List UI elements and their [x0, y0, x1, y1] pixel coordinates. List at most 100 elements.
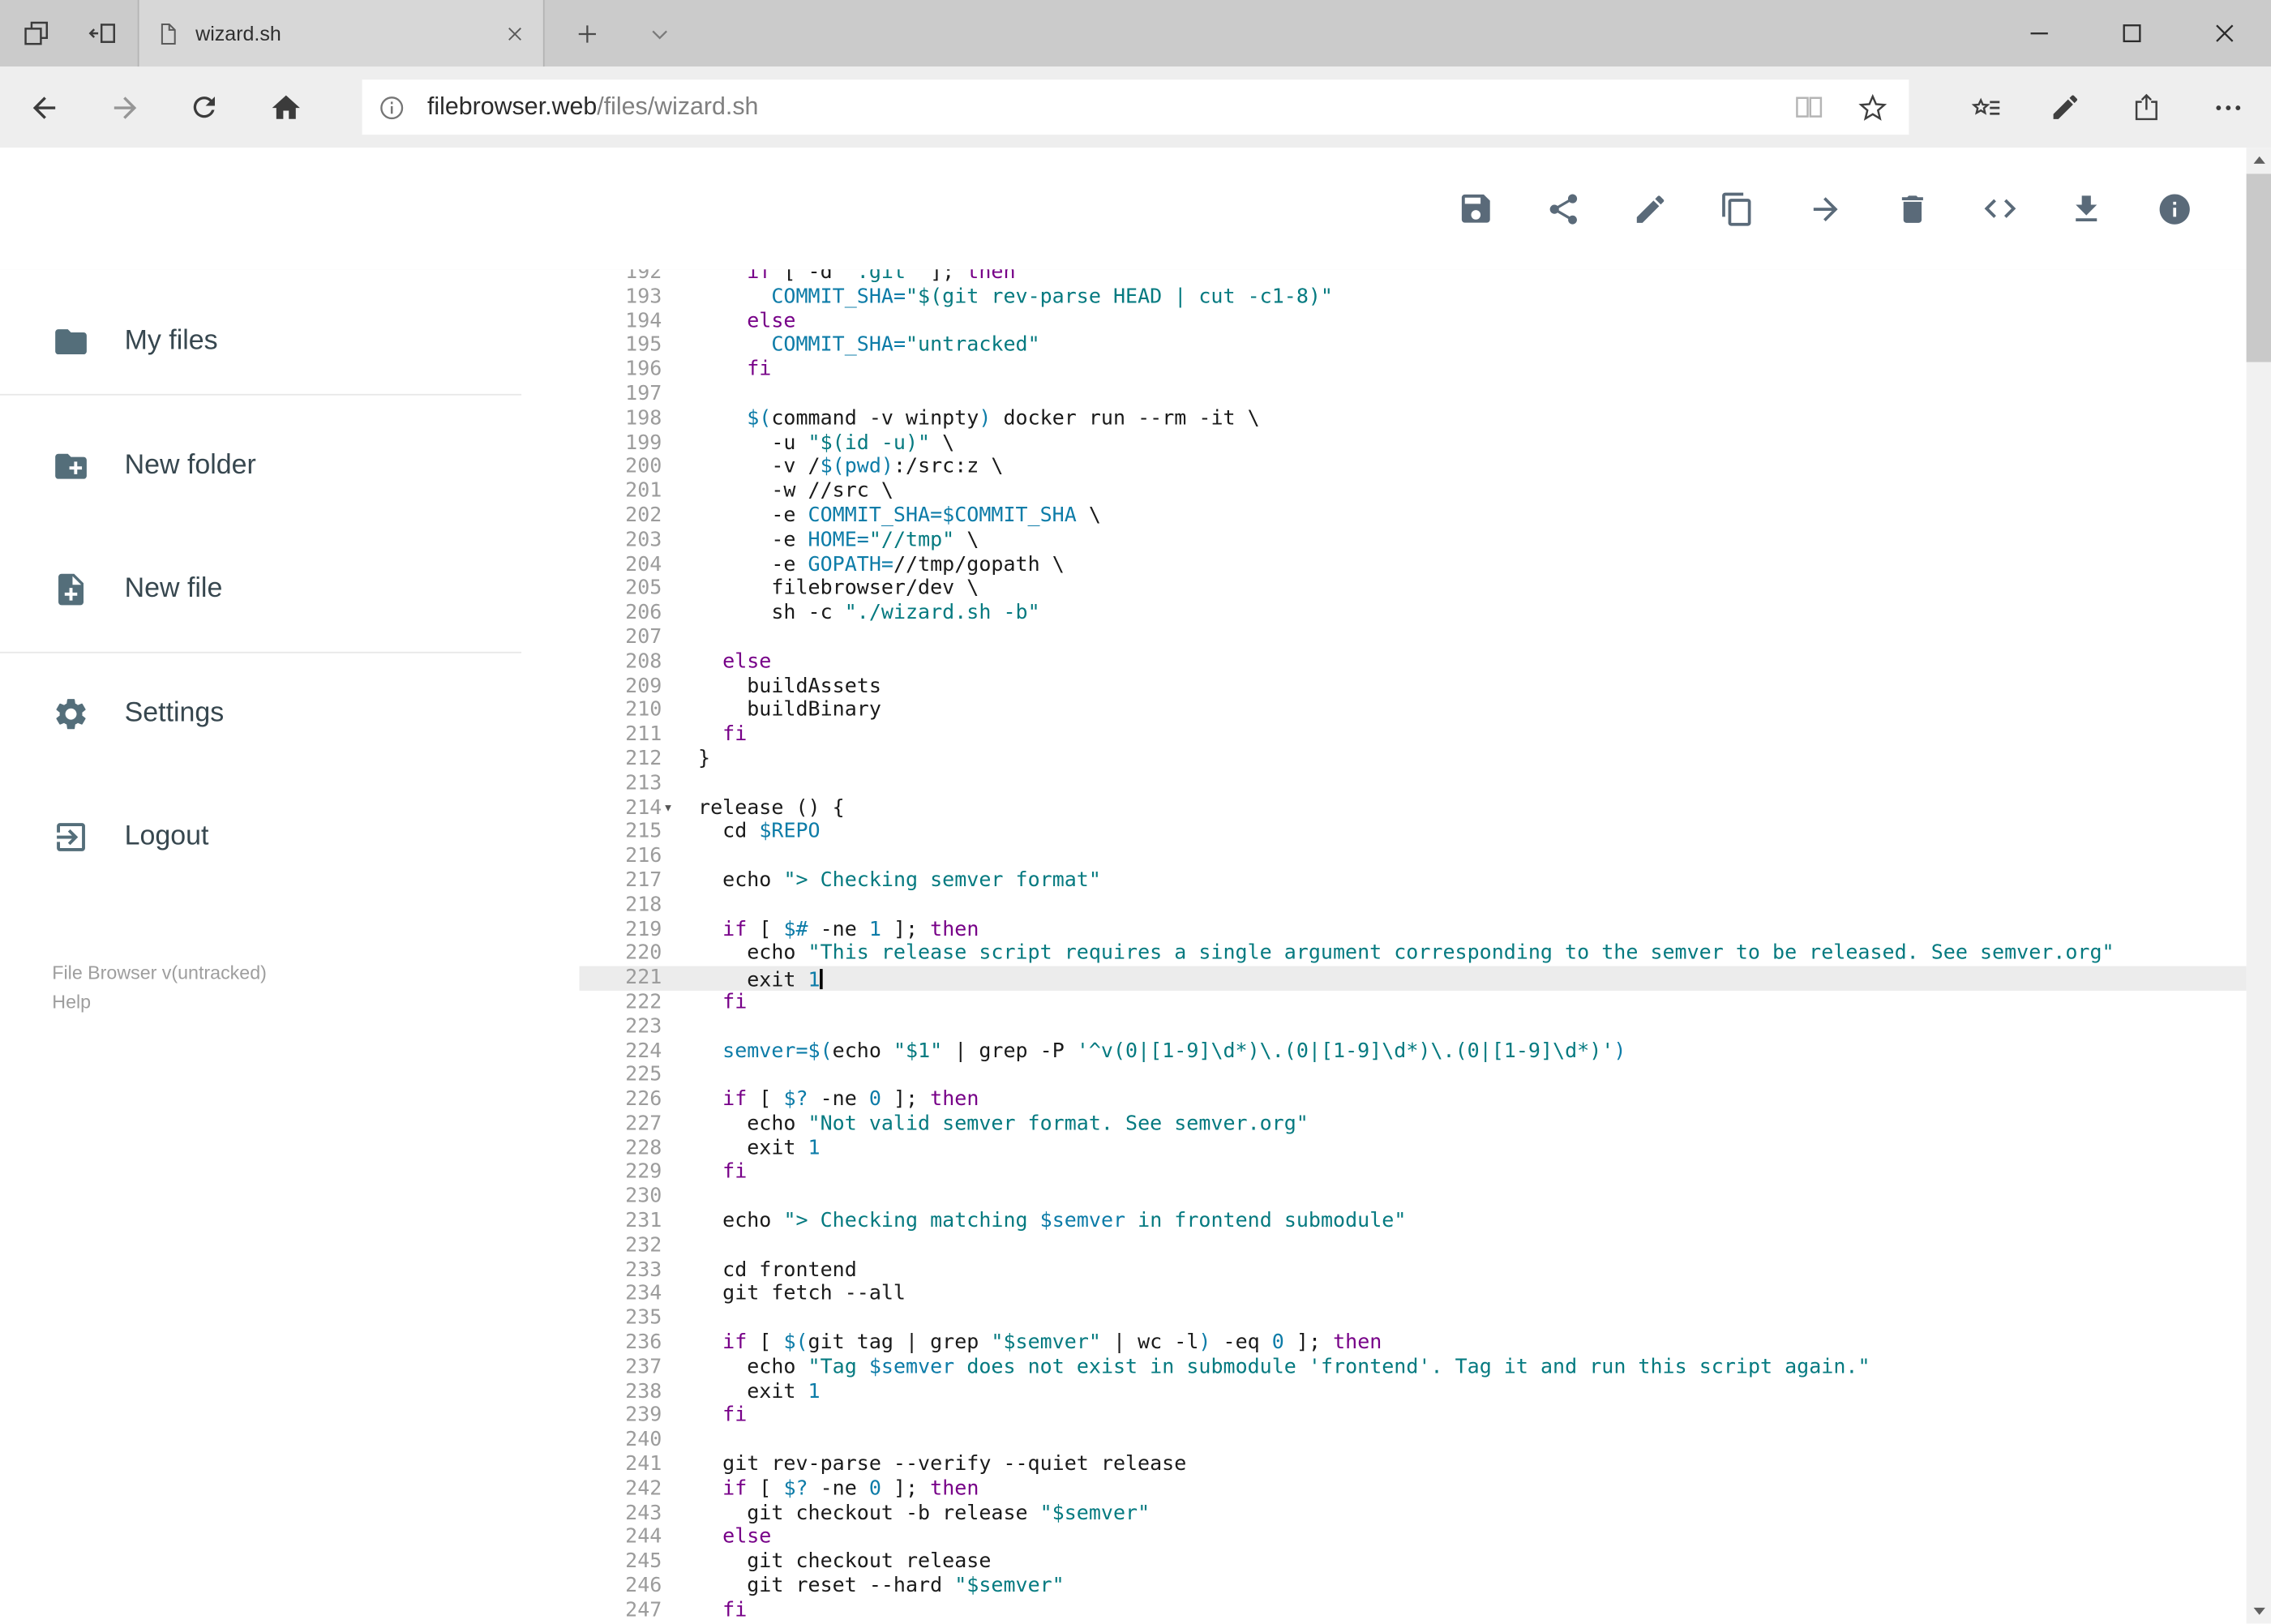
share-page-button[interactable] — [2118, 78, 2175, 135]
code-line[interactable]: 221 exit 1 — [579, 966, 2247, 992]
code-line[interactable]: 229 fi — [580, 1161, 2247, 1185]
code-line[interactable]: 196 fi — [580, 358, 2247, 383]
back-button[interactable] — [15, 78, 72, 135]
tab-close-icon[interactable] — [504, 23, 526, 45]
info-button[interactable] — [2153, 188, 2194, 229]
help-link[interactable]: Help — [52, 988, 267, 1017]
code-line[interactable]: 237 echo "Tag $semver does not exist in … — [580, 1356, 2247, 1380]
code-line[interactable]: 205 filebrowser/dev \ — [580, 577, 2247, 602]
code-line[interactable]: 236 if [ $(git tag | grep "$semver" | wc… — [580, 1331, 2247, 1356]
code-line[interactable]: 222 fi — [580, 991, 2247, 1015]
code-line[interactable]: 202 -e COMMIT_SHA=$COMMIT_SHA \ — [580, 504, 2247, 529]
code-line[interactable]: 215 cd $REPO — [580, 821, 2247, 845]
code-line[interactable]: 244 else — [580, 1526, 2247, 1550]
code-line[interactable]: 212} — [580, 748, 2247, 772]
code-line[interactable]: 200 -v /$(pwd):/src:z \ — [580, 456, 2247, 480]
code-line[interactable]: 209 buildAssets — [580, 675, 2247, 699]
window-close-button[interactable] — [2179, 0, 2271, 66]
code-line[interactable]: 238 exit 1 — [580, 1380, 2247, 1404]
site-info-icon[interactable] — [376, 92, 407, 122]
code-line[interactable]: 213 — [580, 772, 2247, 796]
scroll-down-button[interactable] — [2247, 1599, 2271, 1623]
code-line[interactable]: 245 git checkout release — [580, 1550, 2247, 1575]
code-line[interactable]: 240 — [580, 1429, 2247, 1453]
code-line[interactable]: 192 if [ -d ".git" ]; then — [580, 269, 2247, 285]
code-line[interactable]: 210 buildBinary — [580, 699, 2247, 723]
code-line[interactable]: 197 — [580, 383, 2247, 407]
code-line[interactable]: 235 — [580, 1307, 2247, 1331]
code-line[interactable]: 211 fi — [580, 723, 2247, 748]
share-button[interactable] — [1543, 188, 1583, 229]
code-line[interactable]: 208 else — [580, 650, 2247, 675]
code-line[interactable]: 194 else — [580, 310, 2247, 334]
forward-button[interactable] — [96, 78, 153, 135]
sidebar-item-logout[interactable]: Logout — [0, 794, 580, 881]
scroll-up-button[interactable] — [2247, 148, 2271, 172]
code-line[interactable]: 217 echo "> Checking semver format" — [580, 869, 2247, 893]
raw-code-button[interactable] — [1979, 188, 2020, 229]
code-line[interactable]: 232 — [580, 1234, 2247, 1258]
code-line[interactable]: 203 -e HOME="//tmp" \ — [580, 529, 2247, 553]
code-line[interactable]: 195 COMMIT_SHA="untracked" — [580, 334, 2247, 358]
copy-button[interactable] — [1717, 188, 1758, 229]
new-tab-button[interactable] — [562, 9, 611, 58]
delete-button[interactable] — [1892, 188, 1932, 229]
code-line[interactable]: 218 — [580, 893, 2247, 918]
code-line[interactable]: 207 — [580, 626, 2247, 650]
fold-marker-icon[interactable]: ▾ — [663, 796, 673, 821]
tab-list-dropdown-button[interactable] — [634, 9, 683, 58]
code-line[interactable]: 201 -w //src \ — [580, 480, 2247, 504]
favorite-star-icon[interactable] — [1857, 92, 1888, 123]
code-line[interactable]: 247 fi — [580, 1599, 2247, 1623]
code-line[interactable]: 216 — [580, 845, 2247, 869]
code-line[interactable]: 227 echo "Not valid semver format. See s… — [580, 1112, 2247, 1137]
code-line[interactable]: 234 git fetch --all — [580, 1283, 2247, 1307]
code-line[interactable]: 219 if [ $# -ne 1 ]; then — [580, 918, 2247, 942]
scrollbar-thumb[interactable] — [2246, 174, 2271, 362]
code-line[interactable]: 233 cd frontend — [580, 1258, 2247, 1283]
code-line[interactable]: 246 git reset --hard "$semver" — [580, 1575, 2247, 1599]
annotate-button[interactable] — [2037, 78, 2094, 135]
code-line[interactable]: 239 fi — [580, 1404, 2247, 1429]
code-editor[interactable]: 192 if [ -d ".git" ]; then 193 COMMIT_SHA… — [579, 269, 2247, 1624]
browser-tab[interactable]: wizard.sh — [137, 0, 545, 67]
code-line[interactable]: 223 — [580, 1015, 2247, 1039]
address-bar[interactable]: filebrowser.web/files/wizard.sh — [362, 79, 1909, 135]
save-button[interactable] — [1455, 188, 1496, 229]
favorites-hub-button[interactable] — [1956, 78, 2014, 135]
code-line[interactable]: 220 echo "This release script requires a… — [580, 942, 2247, 966]
window-minimize-button[interactable] — [1993, 0, 2085, 66]
code-line[interactable]: 214 ▾ release () { — [580, 796, 2247, 821]
code-line[interactable]: 226 if [ $? -ne 0 ]; then — [580, 1088, 2247, 1112]
tab-preview-button[interactable] — [11, 9, 61, 58]
code-line[interactable]: 204 -e GOPATH=//tmp/gopath \ — [580, 553, 2247, 577]
sidebar-item-settings[interactable]: Settings — [0, 671, 580, 757]
code-line[interactable]: 206 sh -c "./wizard.sh -b" — [580, 602, 2247, 626]
sidebar-item-my-files[interactable]: My files — [0, 298, 580, 385]
refresh-button[interactable] — [175, 78, 233, 135]
url-text[interactable]: filebrowser.web/files/wizard.sh — [427, 92, 758, 122]
rename-button[interactable] — [1630, 188, 1671, 229]
home-button[interactable] — [256, 78, 314, 135]
code-line[interactable]: 198 $(command -v winpty) docker run --rm… — [580, 407, 2247, 431]
sidebar-item-new-folder[interactable]: New folder — [0, 423, 580, 510]
set-tabs-aside-button[interactable] — [78, 9, 127, 58]
download-button[interactable] — [2067, 188, 2107, 229]
window-maximize-button[interactable] — [2085, 0, 2178, 66]
code-line[interactable]: 224 semver=$(echo "$1" | grep -P '^v(0|[… — [580, 1039, 2247, 1064]
code-line[interactable]: 228 exit 1 — [580, 1137, 2247, 1161]
code-line[interactable]: 242 if [ $? -ne 0 ]; then — [580, 1477, 2247, 1502]
line-number: 192 — [625, 269, 662, 285]
code-line[interactable]: 230 — [580, 1185, 2247, 1210]
code-line[interactable]: 193 COMMIT_SHA="$(git rev-parse HEAD | c… — [580, 285, 2247, 310]
code-line[interactable]: 199 -u "$(id -u)" \ — [580, 431, 2247, 456]
sidebar-item-new-file[interactable]: New file — [0, 546, 580, 632]
code-line[interactable]: 231 echo "> Checking matching $semver in… — [580, 1210, 2247, 1234]
move-button[interactable] — [1805, 188, 1845, 229]
browser-menu-button[interactable] — [2199, 78, 2256, 135]
vertical-scrollbar[interactable] — [2246, 148, 2271, 1624]
reading-view-icon[interactable] — [1793, 92, 1825, 123]
code-line[interactable]: 241 git rev-parse --verify --quiet relea… — [580, 1453, 2247, 1477]
code-line[interactable]: 243 git checkout -b release "$semver" — [580, 1502, 2247, 1526]
code-line[interactable]: 225 — [580, 1064, 2247, 1088]
